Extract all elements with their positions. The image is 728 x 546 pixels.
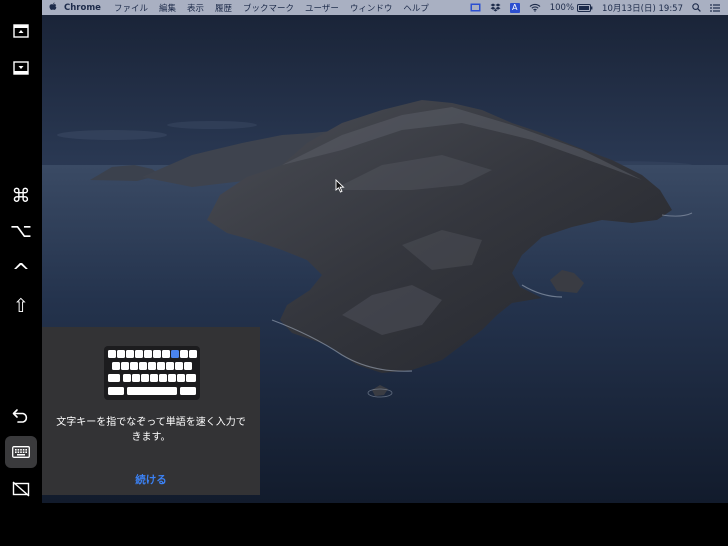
menu-view[interactable]: 表示: [187, 2, 204, 14]
option-key-button[interactable]: ⌥: [5, 215, 37, 247]
mac-menubar: Chrome ファイル 編集 表示 履歴 ブックマーク ユーザー ウィンドウ ヘ…: [42, 0, 728, 15]
mouse-pointer-icon: [335, 179, 345, 193]
continue-button[interactable]: 続ける: [42, 472, 260, 487]
apple-menu-icon[interactable]: [42, 2, 64, 14]
menu-app-name[interactable]: Chrome: [64, 3, 101, 13]
quickpath-message-text: 文字キーを指でなぞって単語を速く入力できます。: [56, 417, 246, 443]
undo-button[interactable]: [5, 399, 37, 431]
keyboard-toggle-button[interactable]: [5, 436, 37, 468]
quickpath-message: 文字キーを指でなぞって単語を速く入力できます。: [42, 415, 260, 445]
show-dock-icon: [13, 61, 29, 75]
command-key-icon: ⌘: [11, 184, 31, 207]
battery-percentage: 100%: [549, 2, 575, 13]
shift-key-button[interactable]: ⇧: [5, 290, 37, 322]
option-key-icon: ⌥: [10, 219, 32, 242]
spotlight-search-icon[interactable]: [692, 3, 701, 12]
control-key-button[interactable]: ^: [5, 253, 37, 285]
show-dock-button[interactable]: [5, 52, 37, 84]
keyboard-illustration: [104, 346, 200, 400]
show-menubar-button[interactable]: [5, 15, 37, 47]
command-key-button[interactable]: ⌘: [5, 180, 37, 212]
dropbox-icon[interactable]: [490, 3, 501, 12]
battery-icon[interactable]: [577, 3, 593, 12]
keyboard-icon: [12, 446, 30, 458]
notification-center-icon[interactable]: [710, 3, 720, 12]
quickpath-onboarding-popup: 文字キーを指でなぞって単語を速く入力できます。 続ける: [42, 327, 260, 495]
menu-history[interactable]: 履歴: [215, 2, 232, 14]
clock[interactable]: 10月13日(日) 19:57: [602, 2, 683, 14]
menu-file[interactable]: ファイル: [114, 2, 148, 14]
wifi-icon[interactable]: [529, 3, 541, 12]
disconnect-icon: [12, 481, 30, 497]
bottom-letterbox: [42, 503, 728, 546]
shift-key-icon: ⇧: [13, 294, 29, 317]
menu-help[interactable]: ヘルプ: [403, 2, 429, 14]
undo-icon: [12, 409, 28, 423]
input-mode-indicator[interactable]: A: [509, 2, 520, 13]
disconnect-button[interactable]: [5, 473, 37, 505]
show-menubar-icon: [13, 24, 29, 38]
menu-edit[interactable]: 編集: [159, 2, 176, 14]
menu-window[interactable]: ウィンドウ: [350, 2, 393, 14]
menu-people[interactable]: ユーザー: [305, 2, 339, 14]
control-key-icon: ^: [11, 260, 31, 285]
menu-bookmarks[interactable]: ブックマーク: [243, 2, 294, 14]
screen-mirroring-icon[interactable]: [470, 3, 481, 12]
sidecar-sidebar: ⌘ ⌥ ^ ⇧: [0, 0, 42, 546]
menubar-status-area: A 100% 10月13日(日) 19:57: [461, 0, 728, 15]
